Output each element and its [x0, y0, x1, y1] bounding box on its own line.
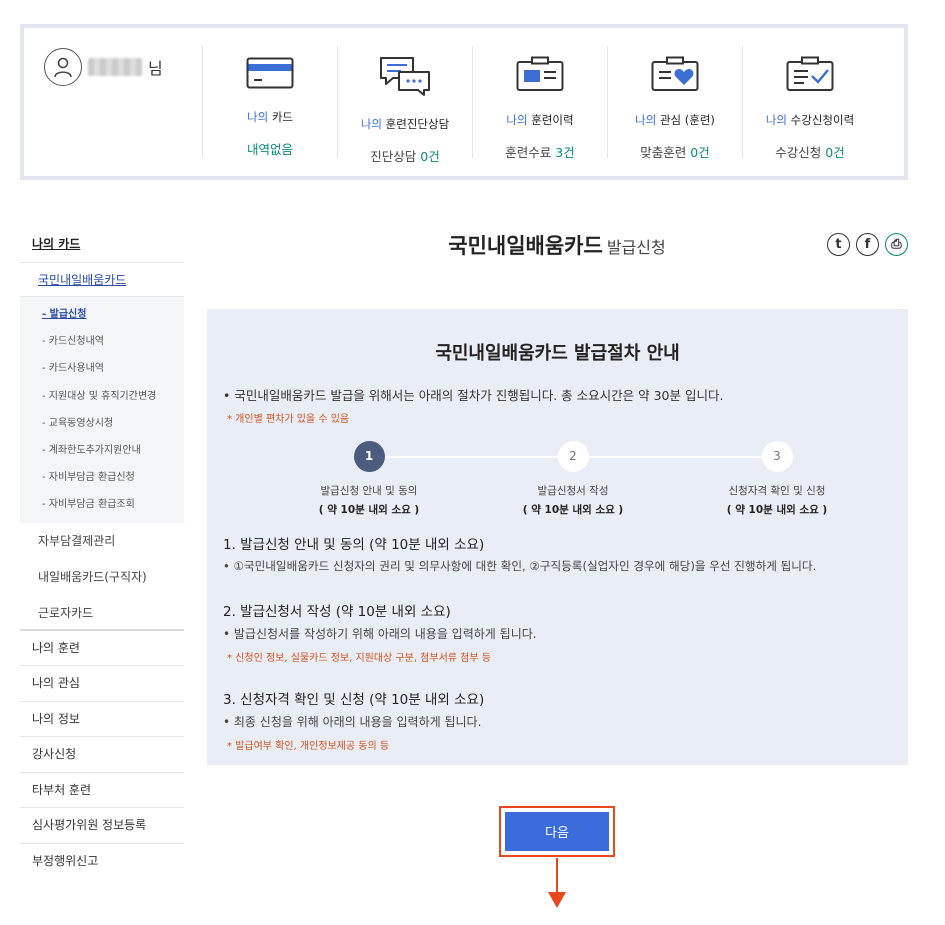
step-label: 발급신청서 작성: [537, 485, 609, 497]
stat-label: 나의 훈련진단상담: [360, 117, 450, 131]
guide-section-2: 2. 발급신청서 작성 (약 10분 내외 소요) • 발급신청서를 작성하기 …: [223, 600, 892, 664]
stat-value: 맞춤훈련 0건: [640, 145, 710, 160]
step-number: 1: [353, 441, 385, 472]
twitter-icon[interactable]: t: [827, 233, 850, 256]
sidebar-item-worker-card[interactable]: 근로자카드: [20, 595, 184, 631]
sidebar-item-eligibility-change[interactable]: - 지원대상 및 휴직기간변경: [20, 383, 184, 410]
guide-title: 국민내일배움카드 발급절차 안내: [435, 343, 680, 364]
sidebar-item-self-payment[interactable]: 자부담결제관리: [20, 523, 184, 559]
sidebar-item-other-ministry-training[interactable]: 타부처 훈련: [20, 773, 184, 809]
stat-label: 나의 훈련이력: [506, 113, 574, 127]
section-title: 2. 발급신청서 작성 (약 10분 내외 소요): [223, 604, 451, 620]
step-time: ( 약 10분 내외 소요 ): [522, 504, 624, 516]
step-number: 2: [557, 441, 589, 472]
sidebar-item-card-usage-history[interactable]: - 카드사용내역: [20, 355, 184, 382]
user-name-suffix: 님: [148, 59, 163, 78]
annotation-arrow-line: [556, 858, 558, 894]
share-buttons: t f ⎙: [827, 233, 908, 256]
chat-bubbles-icon: [379, 56, 431, 96]
sidebar: 나의 카드 국민내일배움카드 - 발급신청 - 카드신청내역 - 카드사용내역 …: [20, 225, 184, 880]
guide-section-3: 3. 신청자격 확인 및 신청 (약 10분 내외 소요) • 최종 신청을 위…: [223, 688, 892, 752]
sidebar-item-refund-inquiry[interactable]: - 자비부담금 환급조회: [20, 491, 184, 518]
section-desc: • ①국민내일배움카드 신청자의 권리 및 의무사항에 대한 확인, ②구직등록…: [223, 559, 817, 573]
user-name-redacted: [88, 58, 142, 76]
step-label: 발급신청 안내 및 동의: [320, 485, 418, 497]
step-2: 2 발급신청서 작성 ( 약 10분 내외 소요 ): [493, 441, 653, 517]
step-indicator: 1 발급신청 안내 및 동의 ( 약 10분 내외 소요 ) 2 발급신청서 작…: [223, 441, 892, 531]
next-button-highlight: 다음: [499, 806, 615, 857]
sidebar-item-jobseeker-card[interactable]: 내일배움카드(구직자): [20, 559, 184, 595]
stat-my-training-history[interactable]: 나의 훈련이력 훈련수료 3건: [472, 46, 607, 160]
print-icon[interactable]: ⎙: [885, 233, 908, 256]
stat-my-card[interactable]: 나의 카드 내역없음: [202, 46, 337, 158]
sidebar-item-refund-apply[interactable]: - 자비부담금 환급신청: [20, 464, 184, 491]
stat-label: 나의 수강신청이력: [765, 113, 855, 127]
stat-value: 진단상담 0건: [370, 149, 440, 164]
section-desc: • 발급신청서를 작성하기 위해 아래의 내용을 입력하게 됩니다.: [223, 627, 537, 641]
stat-value: 수강신청 0건: [775, 145, 845, 160]
stat-value: 내역없음: [246, 142, 293, 157]
section-desc: • 최종 신청을 위해 아래의 내용을 입력하게 됩니다.: [223, 715, 482, 729]
user-avatar-icon: [44, 48, 82, 86]
guide-note: * 개인별 편차가 있을 수 있음: [227, 414, 350, 425]
stats-row: 나의 카드 내역없음 나의 훈련진단상담 진단상담 0건 나의 훈련이력 훈련수…: [202, 46, 877, 164]
stat-my-interest[interactable]: 나의 관심 (훈련) 맞춤훈련 0건: [607, 46, 742, 160]
facebook-icon[interactable]: f: [856, 233, 879, 256]
card-icon: [246, 56, 294, 89]
guide-box: 국민내일배움카드 발급절차 안내 • 국민내일배움카드 발급을 위해서는 아래의…: [207, 309, 908, 765]
section-title: 1. 발급신청 안내 및 동의 (약 10분 내외 소요): [223, 537, 485, 553]
section-note: * 발급여부 확인, 개인정보제공 동의 등: [227, 741, 390, 752]
sidebar-item-card-application-history[interactable]: - 카드신청내역: [20, 328, 184, 355]
sidebar-item-my-interest[interactable]: 나의 관심: [20, 666, 184, 702]
sidebar-item-national-card[interactable]: 국민내일배움카드: [20, 263, 184, 297]
step-number: 3: [761, 441, 793, 472]
sidebar-item-apply[interactable]: - 발급신청: [20, 301, 184, 328]
section-title: 3. 신청자격 확인 및 신청 (약 10분 내외 소요): [223, 692, 485, 708]
step-time: ( 약 10분 내외 소요 ): [318, 504, 420, 516]
next-button[interactable]: 다음: [505, 812, 609, 851]
guide-intro: • 국민내일배움카드 발급을 위해서는 아래의 절차가 진행됩니다. 총 소요시…: [223, 388, 724, 403]
sidebar-submenu: - 발급신청 - 카드신청내역 - 카드사용내역 - 지원대상 및 휴직기간변경…: [20, 297, 184, 523]
stat-label: 나의 관심 (훈련): [635, 113, 715, 127]
sidebar-item-evaluator-registration[interactable]: 심사평가위원 정보등록: [20, 808, 184, 845]
sidebar-item-my-info[interactable]: 나의 정보: [20, 702, 184, 738]
step-time: ( 약 10분 내외 소요 ): [726, 504, 828, 516]
checklist-icon: [786, 56, 834, 92]
heart-card-icon: [651, 56, 699, 92]
sidebar-title[interactable]: 나의 카드: [20, 225, 184, 263]
summary-panel: 님 나의 카드 내역없음 나의 훈련진단상담 진단상담 0건 나의 훈련이력 훈…: [20, 24, 908, 180]
user-info: 님: [44, 48, 163, 86]
page-title: 국민내일배움카드 발급신청: [448, 234, 666, 258]
stat-value: 훈련수료 3건: [505, 145, 575, 160]
stat-label: 나의 카드: [247, 110, 293, 124]
certificate-icon: [516, 56, 564, 92]
step-1: 1 발급신청 안내 및 동의 ( 약 10분 내외 소요 ): [289, 441, 449, 517]
stat-my-consulting[interactable]: 나의 훈련진단상담 진단상담 0건: [337, 46, 472, 164]
step-3: 3 신청자격 확인 및 신청 ( 약 10분 내외 소요 ): [697, 441, 857, 517]
step-label: 신청자격 확인 및 신청: [728, 485, 826, 497]
sidebar-item-instructor-apply[interactable]: 강사신청: [20, 737, 184, 773]
section-note: * 신청인 정보, 실물카드 정보, 지원대상 구분, 첨부서류 첨부 등: [227, 653, 491, 664]
guide-section-1: 1. 발급신청 안내 및 동의 (약 10분 내외 소요) • ①국민내일배움카…: [223, 533, 892, 574]
annotation-arrow-head: [548, 892, 566, 908]
sidebar-item-my-training[interactable]: 나의 훈련: [20, 631, 184, 667]
sidebar-item-limit-support[interactable]: - 계좌한도추가지원안내: [20, 437, 184, 464]
stat-my-registration-history[interactable]: 나의 수강신청이력 수강신청 0건: [742, 46, 877, 160]
sidebar-item-fraud-report[interactable]: 부정행위신고: [20, 844, 184, 880]
sidebar-item-education-video[interactable]: - 교육동영상시청: [20, 410, 184, 437]
